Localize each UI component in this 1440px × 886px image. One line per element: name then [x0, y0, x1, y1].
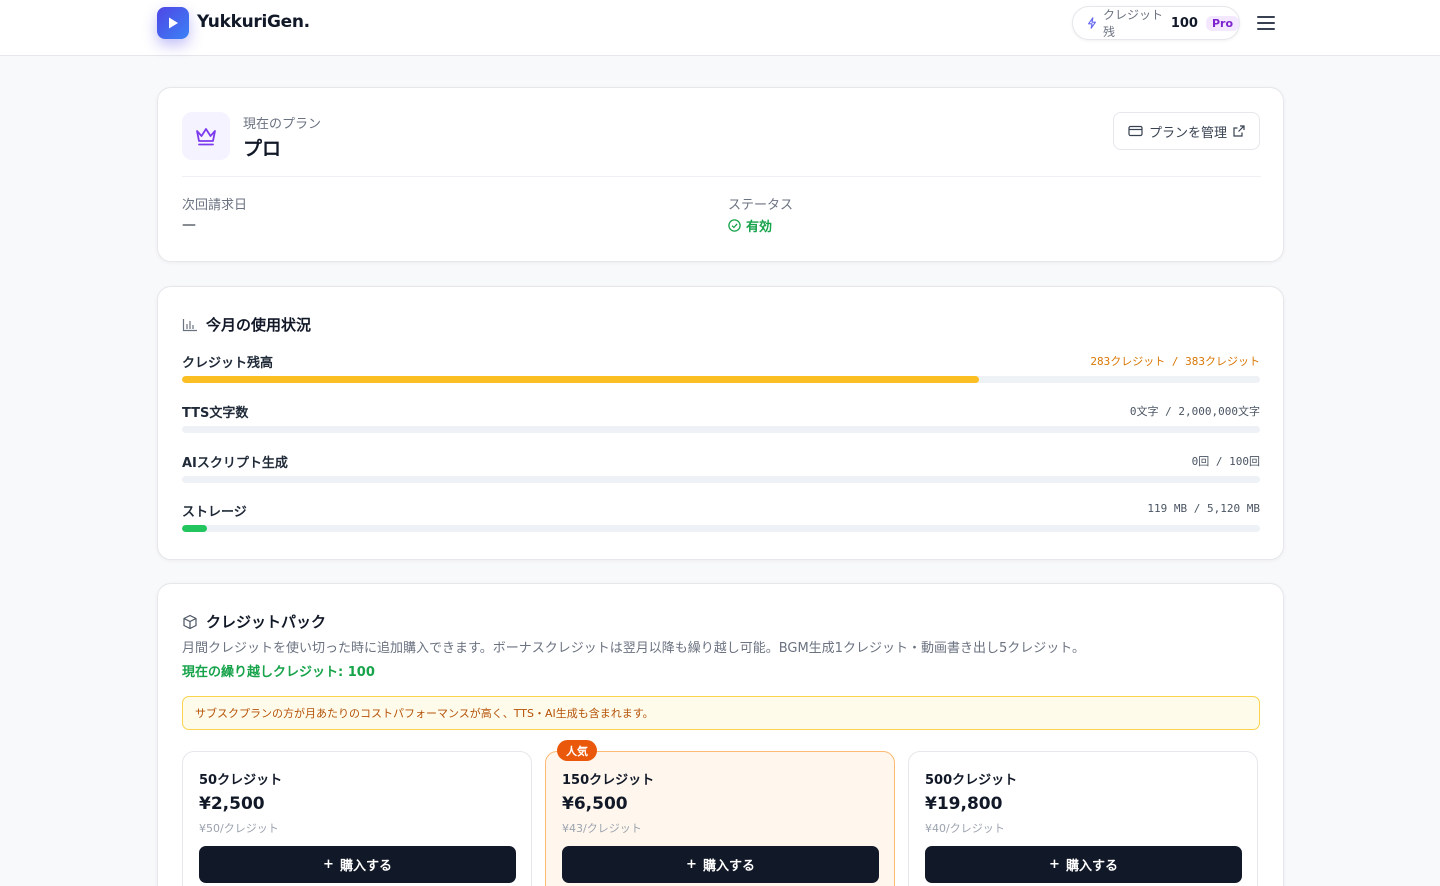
buy-label: 購入する: [1065, 859, 1118, 874]
bar-chart-icon: [182, 318, 197, 331]
plus-icon: +: [686, 857, 697, 872]
crown-icon-box: [182, 112, 230, 160]
buy-label: 購入する: [339, 859, 392, 874]
buy-button[interactable]: + 購入する: [925, 846, 1242, 883]
pack-unit-price: ¥43/クレジット: [562, 822, 642, 835]
pack-price: ¥2,500: [199, 794, 265, 814]
check-circle-icon: [728, 219, 741, 232]
current-plan-name: プロ: [243, 138, 282, 160]
current-plan-card: 現在のプラン プロ プランを管理 次回請求日 — ステータス 有効: [157, 87, 1284, 262]
usage-label: AIスクリプト生成: [182, 456, 288, 471]
credit-pack-card: 50クレジット ¥2,500 ¥50/クレジット + 購入する: [182, 751, 532, 886]
usage-fill: [182, 376, 979, 383]
play-icon: [169, 17, 178, 29]
buy-button[interactable]: + 購入する: [199, 846, 516, 883]
usage-value: 0文字 / 2,000,000文字: [1129, 405, 1260, 418]
credit-packs-card: クレジットパック 月間クレジットを使い切った時に追加購入できます。ボーナスクレジ…: [157, 583, 1284, 886]
credit-balance-pill[interactable]: クレジット残 100 Pro: [1072, 6, 1240, 40]
usage-track: [182, 376, 1260, 383]
plus-icon: +: [323, 857, 334, 872]
logo[interactable]: [157, 7, 189, 39]
carryover-credits: 現在の繰り越しクレジット: 100: [182, 665, 375, 680]
pack-name: 50クレジット: [199, 773, 283, 788]
usage-track: [182, 476, 1260, 483]
bolt-icon: [1088, 17, 1096, 29]
credit-packs-section-title: クレジットパック: [182, 611, 326, 632]
package-icon: [183, 614, 197, 629]
usage-label: TTS文字数: [182, 406, 249, 421]
pack-unit-price: ¥50/クレジット: [199, 822, 279, 835]
subscription-notice: サブスクプランの方が月あたりのコストパフォーマンスが高く、TTS・AI生成も含ま…: [182, 696, 1260, 730]
credit-pack-card-popular: 150クレジット ¥6,500 ¥43/クレジット + 購入する: [545, 751, 895, 886]
popular-badge: 人気: [557, 740, 597, 761]
status-badge: 有効: [728, 216, 772, 235]
buy-button[interactable]: + 購入する: [562, 846, 879, 883]
manage-plan-label: プランを管理: [1148, 125, 1227, 141]
usage-track: [182, 525, 1260, 532]
usage-card: 今月の使用状況 クレジット残高 283クレジット / 383クレジット TTS文…: [157, 286, 1284, 560]
status-label: ステータス: [728, 198, 794, 213]
pack-price: ¥19,800: [925, 794, 1003, 814]
hamburger-menu-icon[interactable]: [1254, 12, 1278, 34]
current-plan-label: 現在のプラン: [243, 117, 322, 132]
credits-value: 100: [1170, 15, 1198, 31]
credit-packs-description: 月間クレジットを使い切った時に追加購入できます。ボーナスクレジットは翌月以降も繰…: [182, 641, 1085, 656]
plan-divider: [182, 176, 1261, 177]
status-value: 有効: [746, 220, 773, 235]
top-header: YukkuriGen. クレジット残 100 Pro: [0, 0, 1440, 56]
pack-name: 500クレジット: [925, 773, 1018, 788]
usage-section-title: 今月の使用状況: [182, 314, 311, 335]
next-billing-label: 次回請求日: [182, 198, 248, 213]
pack-price: ¥6,500: [562, 794, 628, 814]
usage-value: 283クレジット / 383クレジット: [1090, 355, 1260, 368]
credit-packs-title: クレジットパック: [206, 613, 327, 631]
plan-badge: Pro: [1205, 15, 1239, 31]
credit-card-icon: [1128, 125, 1143, 137]
pack-unit-price: ¥40/クレジット: [925, 822, 1005, 835]
usage-value: 0回 / 100回: [1191, 455, 1260, 468]
buy-label: 購入する: [702, 859, 755, 874]
usage-value: 119 MB / 5,120 MB: [1147, 502, 1260, 515]
app-name[interactable]: YukkuriGen.: [197, 12, 310, 32]
plus-icon: +: [1049, 857, 1060, 872]
usage-title: 今月の使用状況: [206, 316, 312, 334]
crown-icon: [196, 128, 216, 146]
usage-fill: [182, 525, 207, 532]
usage-label: ストレージ: [182, 505, 247, 520]
credit-pack-card: 500クレジット ¥19,800 ¥40/クレジット + 購入する: [908, 751, 1258, 886]
pack-name: 150クレジット: [562, 773, 655, 788]
usage-track: [182, 426, 1260, 433]
credits-label: クレジット残: [1103, 8, 1164, 39]
next-billing-value: —: [182, 217, 196, 233]
external-link-icon: [1233, 125, 1245, 137]
usage-label: クレジット残高: [182, 356, 274, 371]
manage-plan-button[interactable]: プランを管理: [1113, 112, 1260, 150]
